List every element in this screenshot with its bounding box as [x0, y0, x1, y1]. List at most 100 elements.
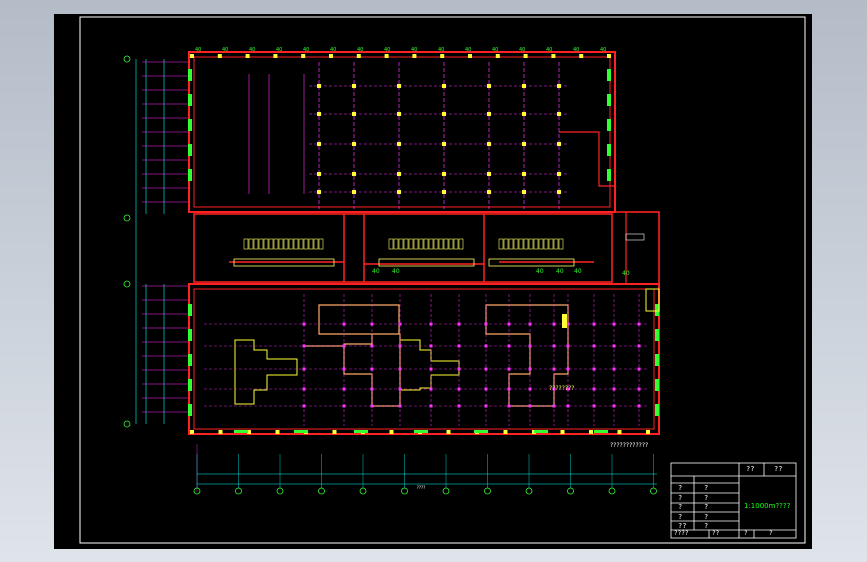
room-note: ????????: [549, 385, 575, 392]
window-mark: [655, 354, 659, 366]
perimeter-column: [646, 430, 650, 434]
green-dimension-labels: 40 40 40 40 40 40 40 40 40 40 40 40 40 40 40 40 40 40 40 40…: [195, 47, 630, 277]
column-node: [592, 322, 596, 326]
window-mark: [188, 329, 192, 341]
column-node: [457, 387, 461, 391]
counter: [378, 258, 475, 267]
perimeter-column: [273, 54, 278, 58]
axis-bubble: [484, 487, 491, 495]
structural-column: [557, 172, 561, 176]
column-node: [457, 322, 461, 326]
shelf-unit: [268, 238, 274, 250]
column-node: [398, 387, 402, 391]
dimension-label-40: 40: [519, 47, 525, 53]
column-node: [457, 344, 461, 348]
window-mark: [188, 169, 192, 181]
column-node: [507, 322, 511, 326]
shelf-unit: [528, 238, 534, 250]
structural-column: [397, 112, 401, 116]
structural-column: [557, 112, 561, 116]
shelf-unit: [263, 238, 269, 250]
title-block-row-mid: ?: [704, 522, 709, 530]
window-mark: [188, 94, 192, 106]
column-node: [429, 387, 433, 391]
lower-rooms: [234, 339, 460, 405]
window-mark: [414, 430, 428, 433]
window-mark: [534, 430, 548, 433]
shelf-unit: [423, 238, 429, 250]
dimension-label-40: 40: [573, 47, 579, 53]
dimension-label-40: 40: [392, 268, 400, 275]
lower-partitions: [304, 304, 569, 407]
lower-column-grid: [204, 294, 649, 426]
shelf-unit: [393, 238, 399, 250]
column-node: [370, 387, 374, 391]
window-mark: [655, 404, 659, 416]
column-node: [429, 367, 433, 371]
dimension-label-40: 40: [330, 47, 336, 53]
perimeter-column: [495, 54, 500, 58]
column-node: [592, 387, 596, 391]
column-node: [592, 404, 596, 408]
perimeter-column: [560, 430, 565, 434]
window-mark: [188, 69, 192, 81]
title-block-row-left: ??: [678, 522, 687, 530]
window-mark: [354, 430, 368, 433]
structural-column: [352, 172, 356, 176]
shelf-unit: [523, 238, 529, 250]
column-node: [398, 404, 402, 408]
perimeter-column: [551, 54, 556, 58]
structural-column: [442, 84, 446, 88]
title-block-header-right: ??: [774, 465, 783, 473]
dimension-label-40: 40: [600, 47, 606, 53]
column-node: [342, 344, 346, 348]
column-node: [552, 344, 556, 348]
dimension-label-40: 40: [438, 47, 444, 53]
title-block-row-left: ?: [678, 493, 683, 502]
column-node: [552, 367, 556, 371]
perimeter-column: [384, 54, 389, 58]
shelf-unit: [508, 238, 514, 250]
column-node: [528, 404, 532, 408]
column-node: [566, 344, 570, 348]
column-node: [612, 404, 616, 408]
title-block-row-mid: ?: [704, 512, 709, 521]
dimension-label-40: 40: [303, 47, 309, 53]
perimeter-column: [218, 430, 223, 434]
shelf-unit: [278, 238, 284, 250]
window-mark: [607, 119, 611, 131]
upper-column-grid: [248, 62, 569, 209]
shelf-unit: [248, 238, 254, 250]
column-node: [612, 322, 616, 326]
window-mark: [594, 430, 608, 433]
column-node: [302, 367, 306, 371]
shelf-unit: [318, 238, 324, 250]
structural-column: [442, 172, 446, 176]
shelf-unit: [543, 238, 549, 250]
axis-bubble: [123, 280, 131, 288]
column-node: [370, 367, 374, 371]
perimeter-column: [412, 54, 417, 58]
window-mark: [655, 329, 659, 341]
title-block-bottom-1: ??: [712, 530, 720, 537]
window-mark: [294, 430, 308, 433]
title-block-header-left: ??: [746, 465, 755, 473]
shelf-unit: [448, 238, 454, 250]
column-node: [484, 387, 488, 391]
column-node: [507, 344, 511, 348]
shelf-unit: [303, 238, 309, 250]
shelf-unit: [273, 238, 279, 250]
perimeter-column: [617, 430, 622, 434]
window-mark: [188, 404, 192, 416]
perimeter-column: [356, 54, 361, 58]
structural-column: [522, 84, 526, 88]
structural-column: [352, 142, 356, 146]
axis-bubble: [123, 55, 131, 63]
column-node: [398, 367, 402, 371]
structural-column: [487, 112, 491, 116]
structural-column: [442, 142, 446, 146]
perimeter-column: [389, 430, 394, 434]
dimension-label-40: 40: [556, 268, 564, 275]
shelf-unit: [538, 238, 544, 250]
middle-zone: 40 40 40 40 40 40 40 40 40 40 40 40 40 40 40 40 40 40 40 40…: [195, 47, 630, 282]
